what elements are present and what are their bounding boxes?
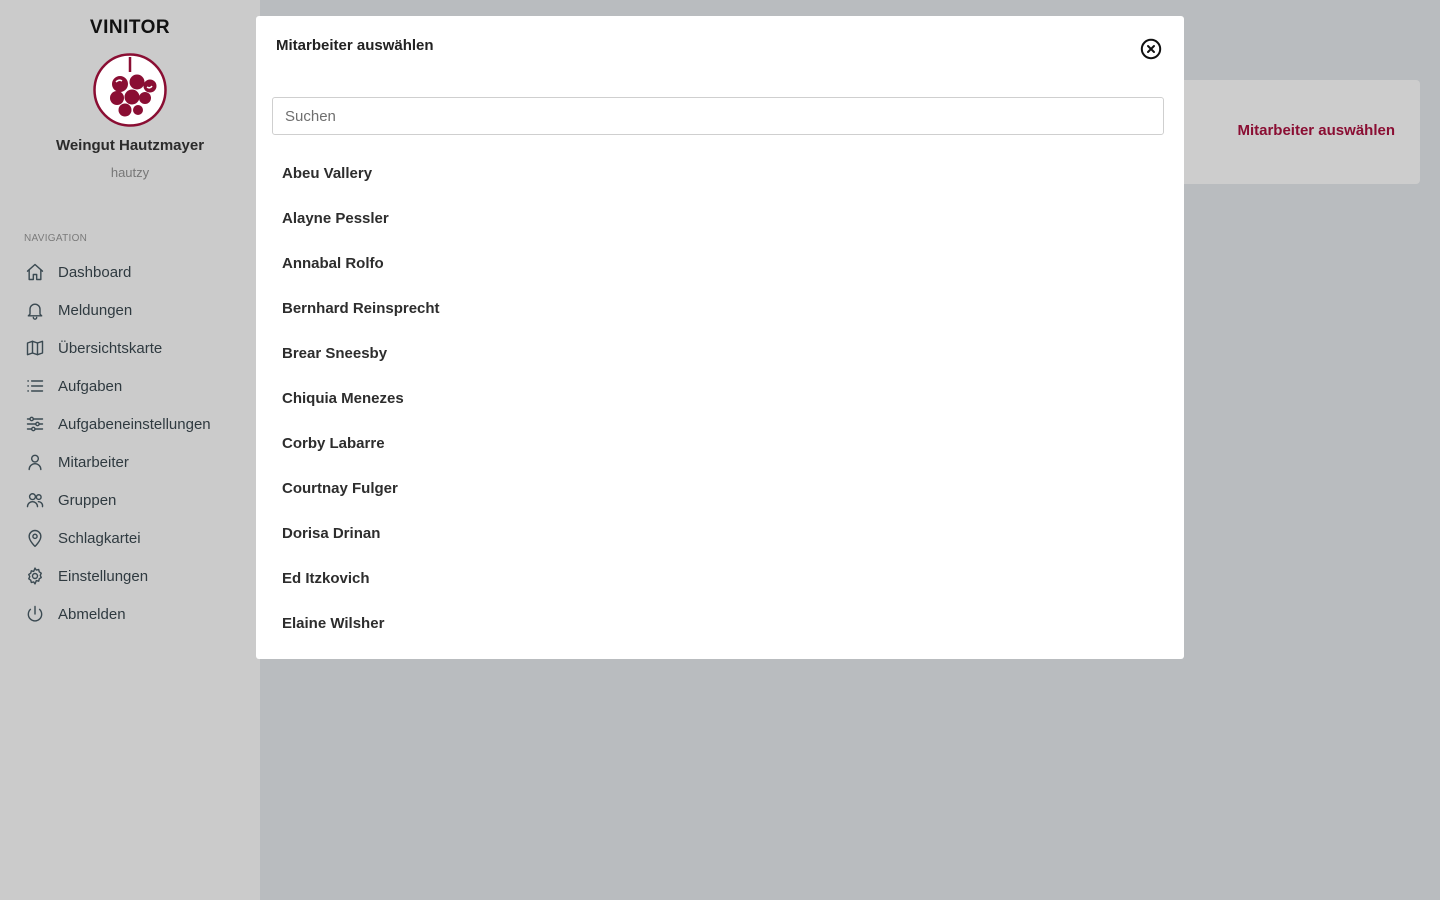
power-icon: [24, 603, 46, 625]
sidebar-item-label: Mitarbeiter: [58, 453, 129, 471]
sidebar-item-dashboard[interactable]: Dashboard: [0, 253, 260, 291]
list-item[interactable]: Bernhard Reinsprecht: [272, 286, 1164, 331]
username: hautzy: [110, 165, 150, 180]
list-item[interactable]: Dorisa Drinan: [272, 511, 1164, 556]
sidebar-item-mitarbeiter[interactable]: Mitarbeiter: [0, 443, 260, 481]
sidebar-item-aufgaben[interactable]: Aufgaben: [0, 367, 260, 405]
list-item[interactable]: Abeu Vallery: [272, 151, 1164, 196]
employee-list: Abeu Vallery Alayne Pessler Annabal Rolf…: [272, 151, 1164, 646]
select-employee-link[interactable]: Mitarbeiter auswählen: [1237, 122, 1395, 139]
nav-heading: NAVIGATION: [24, 233, 88, 244]
sidebar-item-label: Abmelden: [58, 605, 126, 623]
list-item[interactable]: Elaine Wilsher: [272, 601, 1164, 646]
bell-icon: [24, 299, 46, 321]
sidebar-item-label: Gruppen: [58, 491, 117, 509]
user-icon: [24, 451, 46, 473]
modal-title: Mitarbeiter auswählen: [276, 37, 434, 54]
list-item[interactable]: Chiquia Menezes: [272, 376, 1164, 421]
users-icon: [24, 489, 46, 511]
list-icon: [24, 375, 46, 397]
employee-select-modal: Mitarbeiter auswählen Abeu Vallery Alayn…: [256, 16, 1184, 659]
list-item[interactable]: Annabal Rolfo: [272, 241, 1164, 286]
list-item[interactable]: Alayne Pessler: [272, 196, 1164, 241]
sidebar-item-label: Aufgabeneinstellungen: [58, 415, 211, 433]
grape-logo-icon: [92, 52, 168, 128]
sidebar: VINITOR Weingut Hautzmayer hautzy NAVIGA…: [0, 0, 260, 900]
search-input[interactable]: [272, 97, 1164, 135]
sidebar-item-label: Schlagkartei: [58, 529, 141, 547]
list-item[interactable]: Brear Sneesby: [272, 331, 1164, 376]
close-icon[interactable]: [1140, 38, 1162, 60]
map-icon: [24, 337, 46, 359]
list-item[interactable]: Ed Itzkovich: [272, 556, 1164, 601]
sidebar-item-label: Übersichtskarte: [58, 339, 163, 357]
map-pin-icon: [24, 527, 46, 549]
company-name: Weingut Hautzmayer: [55, 137, 205, 154]
sidebar-item-label: Aufgaben: [58, 377, 123, 395]
list-item[interactable]: Corby Labarre: [272, 421, 1164, 466]
sidebar-item-uebersichtskarte[interactable]: Übersichtskarte: [0, 329, 260, 367]
home-icon: [24, 261, 46, 283]
gear-icon: [24, 565, 46, 587]
app-brand: VINITOR: [89, 17, 171, 38]
sidebar-item-label: Einstellungen: [58, 567, 149, 585]
sidebar-item-meldungen[interactable]: Meldungen: [0, 291, 260, 329]
list-item[interactable]: Courtnay Fulger: [272, 466, 1164, 511]
sidebar-item-label: Dashboard: [58, 263, 132, 281]
sidebar-item-einstellungen[interactable]: Einstellungen: [0, 557, 260, 595]
sidebar-item-label: Meldungen: [58, 301, 133, 319]
sidebar-item-aufgabeneinstellungen[interactable]: Aufgabeneinstellungen: [0, 405, 260, 443]
sidebar-item-abmelden[interactable]: Abmelden: [0, 595, 260, 633]
sidebar-nav: Dashboard Meldungen Übersichtskarte Aufg…: [0, 253, 260, 633]
sidebar-item-schlagkartei[interactable]: Schlagkartei: [0, 519, 260, 557]
sliders-icon: [24, 413, 46, 435]
sidebar-item-gruppen[interactable]: Gruppen: [0, 481, 260, 519]
